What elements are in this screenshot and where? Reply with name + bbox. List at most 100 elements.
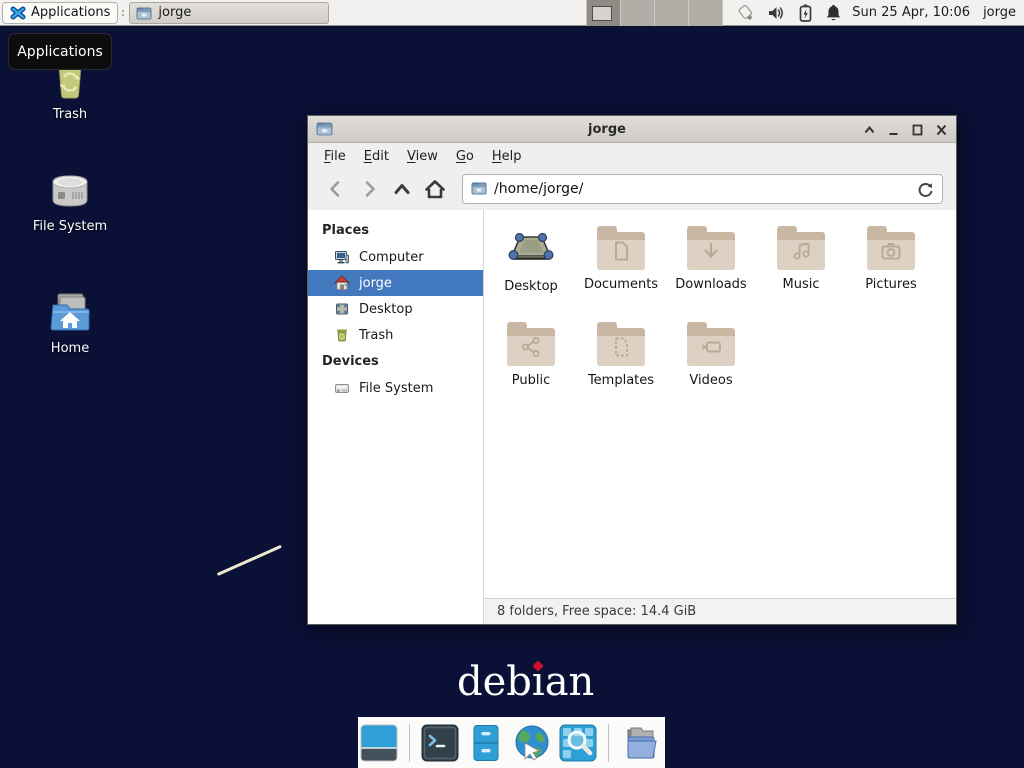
path-input[interactable] [494,181,910,197]
titlebar[interactable]: jorge [308,116,956,143]
folder-icon-music [777,226,825,270]
folder-icon-pictures [867,226,915,270]
applications-tooltip: Applications [8,33,112,70]
sidebar-item-label: jorge [359,276,392,291]
menu-view[interactable]: View [398,145,447,168]
volume-icon[interactable] [767,4,786,22]
workspace-2[interactable] [621,0,655,26]
up-button[interactable] [387,174,417,204]
folder-icon-videos [687,322,735,366]
sidebar-item-label: Desktop [359,302,413,317]
workspace-3[interactable] [655,0,689,26]
workspace-1[interactable] [587,0,621,26]
file-item-label: Desktop [504,279,558,294]
file-manager-window: jorge File Edit View Go Help [307,115,957,625]
path-bar[interactable] [462,174,943,204]
status-bar: 8 folders, Free space: 14.4 GiB [484,598,956,624]
directory-menu-icon[interactable] [620,724,664,762]
web-browser-icon[interactable] [513,724,551,762]
dock-separator [409,724,410,762]
computer-icon [334,249,350,265]
panel-username[interactable]: jorge [983,5,1016,20]
camera-glyph [879,239,903,263]
taskbar-window-button[interactable]: jorge [129,2,329,24]
toolbar [308,169,956,209]
back-button[interactable] [321,174,351,204]
file-item-label: Music [783,277,820,292]
share-glyph [519,335,543,359]
menu-file[interactable]: File [315,145,355,168]
folder-icon [136,6,152,20]
panel-handle[interactable] [118,0,127,25]
sidebar-item-desktop[interactable]: Desktop [308,296,483,322]
trash-icon [334,327,350,343]
video-camera-glyph [699,335,723,359]
close-button[interactable] [933,121,949,139]
menu-edit[interactable]: Edit [355,145,398,168]
menubar: File Edit View Go Help [308,143,956,169]
document-glyph [609,239,633,263]
file-item-label: Templates [588,373,654,388]
minimize-button[interactable] [885,121,901,139]
maximize-button[interactable] [909,121,925,139]
desktop-icon-file-system[interactable]: File System [22,168,118,234]
template-glyph [609,335,633,359]
home-icon [334,275,350,291]
hard-drive-icon [46,168,94,214]
stylus-icon[interactable] [736,3,756,22]
terminal-icon[interactable] [421,724,459,762]
path-folder-icon [471,180,487,199]
sidebar: Places Computer jorge [308,210,484,624]
desktop-icon-label: File System [33,219,107,234]
file-item-label: Documents [584,277,658,292]
desktop-icon-label: Trash [53,107,87,122]
notifications-bell-icon[interactable] [825,4,842,22]
sidebar-item-computer[interactable]: Computer [308,244,483,270]
folder-icon-downloads [687,226,735,270]
file-item-desktop[interactable]: Desktop [486,212,576,308]
desktop-icon-label: Home [51,341,89,356]
xfce-logo-icon [10,5,26,21]
folder-icon-public [507,322,555,366]
system-tray [736,3,842,22]
file-item-music[interactable]: Music [756,212,846,308]
battery-icon[interactable] [797,4,814,22]
sidebar-item-trash[interactable]: Trash [308,322,483,348]
file-view[interactable]: Desktop Documents [484,210,956,624]
app-finder-icon[interactable] [559,724,597,762]
file-item-pictures[interactable]: Pictures [846,212,936,308]
home-button[interactable] [420,174,450,204]
file-item-documents[interactable]: Documents [576,212,666,308]
folder-icon-templates [597,322,645,366]
sidebar-item-jorge[interactable]: jorge [308,270,483,296]
menu-help[interactable]: Help [483,145,531,168]
sidebar-item-file-system[interactable]: File System [308,375,483,401]
menu-go[interactable]: Go [447,145,483,168]
applications-tooltip-text: Applications [17,44,103,60]
file-item-templates[interactable]: Templates [576,308,666,404]
workspace-4[interactable] [689,0,723,26]
reload-button[interactable] [917,181,934,198]
desktop-special-icon [507,224,555,272]
file-item-downloads[interactable]: Downloads [666,212,756,308]
debian-logo: debıan [457,658,594,706]
taskbar-window-label: jorge [158,5,191,20]
sidebar-item-label: Trash [359,328,393,343]
file-item-videos[interactable]: Videos [666,308,756,404]
file-item-label: Pictures [865,277,916,292]
panel-clock[interactable]: Sun 25 Apr, 10:06 [852,5,970,20]
file-item-label: Downloads [675,277,746,292]
music-notes-glyph [789,239,813,263]
top-panel: Applications jorge [0,0,1024,26]
desktop-icon-home[interactable]: Home [22,288,118,356]
file-item-public[interactable]: Public [486,308,576,404]
download-arrow-glyph [699,239,723,263]
applications-menu-button[interactable]: Applications [2,2,118,24]
forward-button[interactable] [354,174,384,204]
file-manager-icon[interactable] [467,724,505,762]
folder-icon-documents [597,226,645,270]
logo-text: an [545,658,595,706]
sidebar-places-header: Places [308,217,483,244]
shade-button[interactable] [861,121,877,139]
show-desktop-icon[interactable] [360,724,398,762]
